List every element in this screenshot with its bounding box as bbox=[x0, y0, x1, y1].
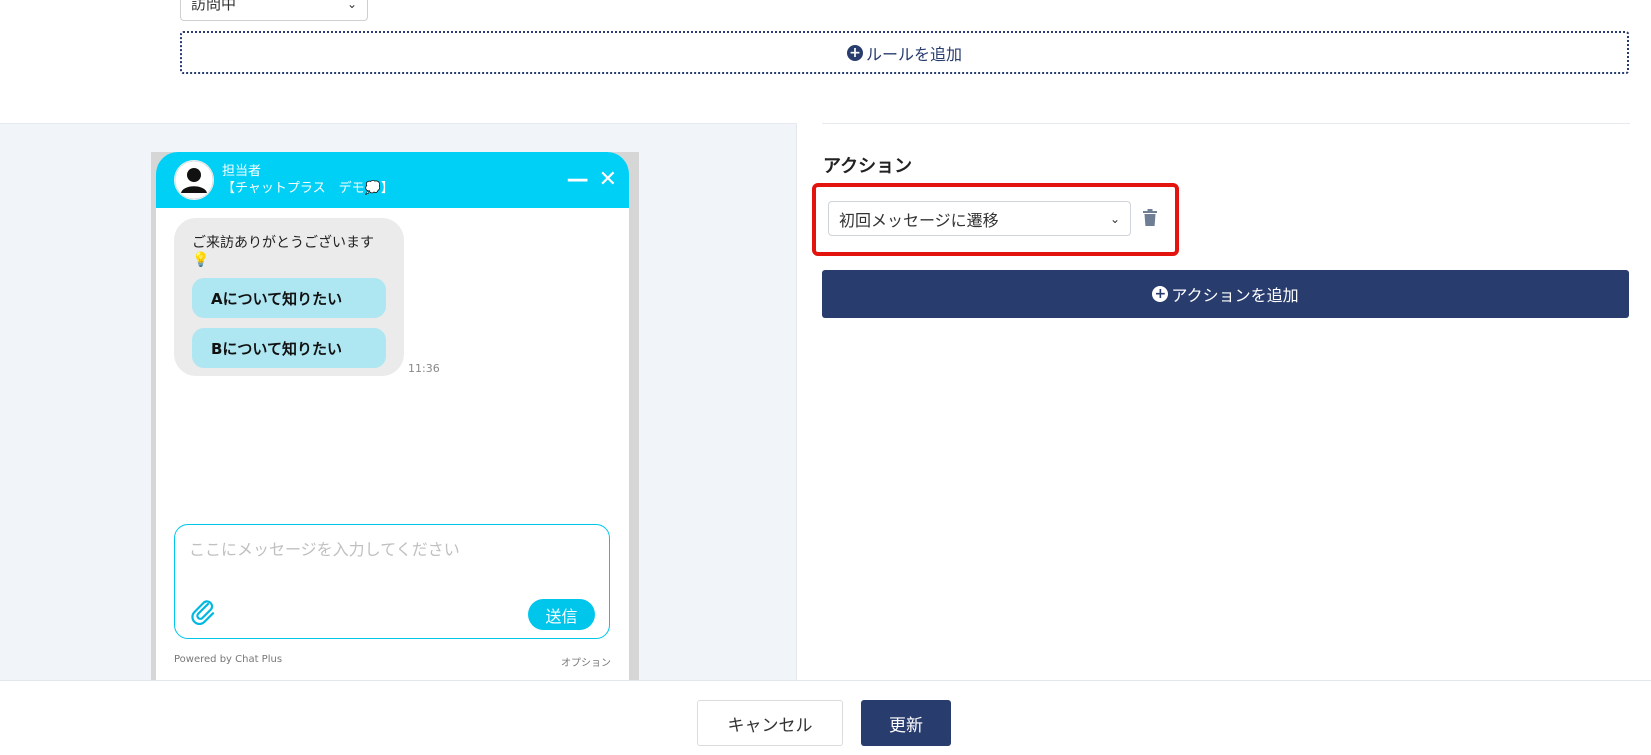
trash-icon[interactable] bbox=[1143, 209, 1157, 230]
add-action-label: アクションを追加 bbox=[1171, 286, 1299, 305]
chat-header-text: 担当者 【チャットプラス デモ💭】 bbox=[222, 163, 567, 197]
widget-frame: 担当者 【チャットプラス デモ💭】 — ✕ ご来訪ありがとうございます💡 Aにつ… bbox=[151, 152, 639, 680]
message-timestamp: 11:36 bbox=[408, 362, 440, 375]
operator-name: 担当者 bbox=[222, 164, 262, 179]
add-rule-button[interactable]: + ルールを追加 bbox=[180, 31, 1629, 74]
visit-status-value: 訪問中 bbox=[191, 0, 237, 13]
powered-by-text: Powered by Chat Plus bbox=[174, 654, 283, 665]
footer-bar: キャンセル 更新 bbox=[0, 680, 1651, 755]
plus-circle-icon: + bbox=[1152, 286, 1169, 302]
close-icon[interactable]: ✕ bbox=[599, 169, 617, 191]
option-link[interactable]: オプション bbox=[561, 654, 611, 669]
page: 訪問中 ⌄ + ルールを追加 担当者 【チャットプラス デモ💭】 — ✕ ご来訪… bbox=[0, 0, 1651, 755]
greeting-text: ご来訪ありがとうございます💡 bbox=[192, 235, 374, 268]
chat-body: ご来訪ありがとうございます💡 Aについて知りたい Bについて知りたい 11:36… bbox=[156, 208, 629, 680]
action-section-title: アクション bbox=[823, 156, 913, 177]
chevron-down-icon: ⌄ bbox=[346, 0, 357, 11]
choice-button-a[interactable]: Aについて知りたい bbox=[192, 278, 386, 318]
message-input-placeholder: ここにメッセージを入力してください bbox=[189, 540, 460, 559]
cancel-button[interactable]: キャンセル bbox=[697, 700, 843, 746]
message-input[interactable]: ここにメッセージを入力してください 送信 bbox=[174, 524, 610, 639]
chat-widget: 担当者 【チャットプラス デモ💭】 — ✕ ご来訪ありがとうございます💡 Aにつ… bbox=[156, 152, 629, 680]
divider bbox=[822, 123, 1630, 124]
chat-header: 担当者 【チャットプラス デモ💭】 — ✕ bbox=[156, 152, 629, 208]
action-select-value: 初回メッセージに遷移 bbox=[839, 210, 999, 230]
minimize-icon[interactable]: — bbox=[567, 169, 589, 191]
action-select[interactable]: 初回メッセージに遷移 ⌄ bbox=[828, 201, 1131, 236]
chevron-down-icon: ⌄ bbox=[1109, 211, 1120, 226]
plus-circle-icon: + bbox=[846, 44, 863, 61]
widget-preview-pane: 担当者 【チャットプラス デモ💭】 — ✕ ご来訪ありがとうございます💡 Aにつ… bbox=[0, 124, 797, 680]
paperclip-icon[interactable] bbox=[189, 597, 217, 629]
message-bubble: ご来訪ありがとうございます💡 Aについて知りたい Bについて知りたい bbox=[174, 218, 404, 376]
update-button[interactable]: 更新 bbox=[861, 700, 951, 746]
choice-button-b[interactable]: Bについて知りたい bbox=[192, 328, 386, 368]
send-button[interactable]: 送信 bbox=[528, 599, 595, 630]
visit-status-select[interactable]: 訪問中 ⌄ bbox=[180, 0, 368, 21]
chat-subtitle: 【チャットプラス デモ💭】 bbox=[222, 181, 394, 196]
header-controls: — ✕ bbox=[567, 169, 617, 191]
add-rule-label: ルールを追加 bbox=[865, 44, 962, 64]
operator-avatar-icon bbox=[174, 160, 214, 200]
add-action-button[interactable]: + アクションを追加 bbox=[822, 270, 1629, 318]
